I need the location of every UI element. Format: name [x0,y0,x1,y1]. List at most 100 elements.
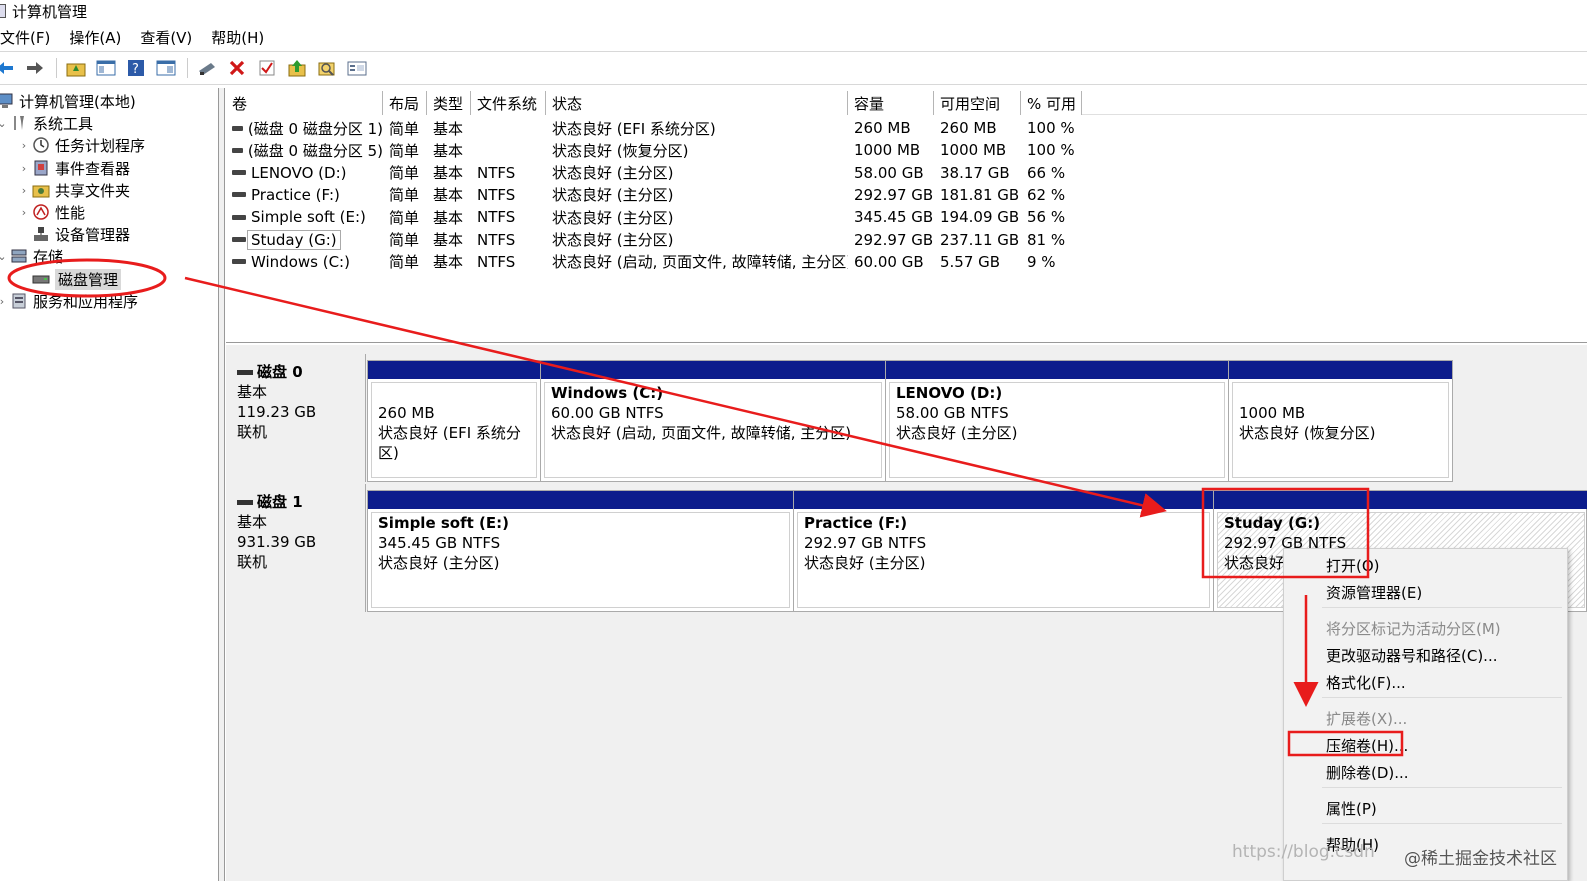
menu-action[interactable]: 操作(A) [69,27,131,48]
tree-item-services-apps[interactable]: › 服务和应用程序 [0,290,138,312]
cell-layout: 简单 [389,164,420,183]
table-row[interactable]: (磁盘 0 磁盘分区 5) 简单 基本 状态良好 (恢复分区) 1000 MB 1000 … [226,139,1082,161]
cell-free-space: 181.81 GB [940,185,1020,204]
disk-1-kind: 基本 [237,513,268,531]
table-row[interactable]: Studay (G:) 简单 基本 NTFS 状态良好 (主分区) 292.97 GB 23… [226,229,1082,251]
expand-chevron-icon[interactable]: › [0,295,8,308]
event-log-icon [32,159,50,177]
properties-pane-icon[interactable] [155,57,177,79]
table-row[interactable]: LENOVO (D:) 简单 基本 NTFS 状态良好 (主分区) 58.00 GB 38.… [226,162,1082,184]
cell-layout: 简单 [389,119,420,138]
cell-layout: 简单 [389,208,420,227]
tree-item-event-viewer[interactable]: › 事件查看器 [18,157,130,179]
watermark-url: https://blog.csdn [1232,842,1375,862]
cell-status: 状态良好 (主分区) [552,164,674,183]
volume-icon [232,147,243,153]
disk-0-label[interactable]: 磁盘 0 基本 119.23 GB 联机 [226,354,366,482]
partition-lenovo-d[interactable]: LENOVO (D:) 58.00 GB NTFS 状态良好 (主分区) [886,361,1229,481]
tree-label: 系统工具 [33,114,94,133]
menu-item-explorer[interactable]: 资源管理器(E) [1284,579,1569,605]
column-header-percent-free[interactable]: % 可用 [1021,91,1082,115]
collapse-chevron-icon[interactable]: ⌄ [0,117,8,130]
menu-item-shrink-volume[interactable]: 压缩卷(H)... [1284,732,1569,758]
tree-item-task-scheduler[interactable]: › 任务计划程序 [18,134,145,156]
column-header-free-space[interactable]: 可用空间 [934,91,1021,115]
column-header-layout[interactable]: 布局 [383,91,427,115]
expand-chevron-icon[interactable]: › [18,162,30,175]
import-icon[interactable] [286,57,308,79]
partition-status: 状态良好 (主分区) [378,554,500,572]
column-header-volume[interactable]: 卷 [226,91,383,115]
properties-icon[interactable] [346,57,368,79]
partition-band [368,491,793,509]
partition-band [1214,491,1587,509]
menu-file[interactable]: 文件(F) [0,27,60,48]
pane-splitter[interactable] [219,88,225,881]
partition-recovery[interactable]: 1000 MB 状态良好 (恢复分区) [1229,361,1452,481]
disk-icon [237,499,253,505]
table-row[interactable]: (磁盘 0 磁盘分区 1) 简单 基本 状态良好 (EFI 系统分区) 260 MB 26… [226,117,1082,139]
menu-item-delete-volume[interactable]: 删除卷(D)... [1284,759,1569,785]
menu-item-mark-active: 将分区标记为活动分区(M) [1326,619,1501,638]
menu-item-format[interactable]: 格式化(F)... [1284,669,1569,695]
tree-item-disk-management[interactable]: 磁盘管理 [32,268,122,290]
disk-1-label[interactable]: 磁盘 1 基本 931.39 GB 联机 [226,484,366,612]
partition-windows-c[interactable]: Windows (C:) 60.00 GB NTFS 状态良好 (启动, 页面文… [541,361,886,481]
column-header-status[interactable]: 状态 [546,91,848,115]
cell-filesystem: NTFS [477,252,516,271]
tree-item-device-manager[interactable]: 设备管理器 [32,223,130,245]
connect-drive-icon[interactable] [196,57,218,79]
tools-icon [10,114,28,132]
table-row[interactable]: Practice (F:) 简单 基本 NTFS 状态良好 (主分区) 292.97 GB… [226,184,1082,206]
back-arrow-icon[interactable] [0,57,16,79]
up-folder-icon[interactable] [65,57,87,79]
cell-type: 基本 [433,208,464,227]
check-icon[interactable] [256,57,278,79]
cell-percent-free: 62 % [1027,185,1066,204]
partition-efi[interactable]: 260 MB 状态良好 (EFI 系统分区) [368,361,541,481]
tree-item-system-tools[interactable]: ⌄ 系统工具 [0,112,93,134]
menu-item-change-drive-letter[interactable]: 更改驱动器号和路径(C)... [1284,642,1569,668]
table-row[interactable]: Windows (C:) 简单 基本 NTFS 状态良好 (启动, 页面文件, 故障转储… [226,251,1082,273]
cell-type: 基本 [433,231,464,249]
expand-chevron-icon[interactable]: › [18,206,30,219]
forward-arrow-icon[interactable] [24,57,46,79]
show-hide-tree-icon[interactable] [95,57,117,79]
partition-practice-f[interactable]: Practice (F:) 292.97 GB NTFS 状态良好 (主分区) [794,491,1214,611]
disk-1-state: 联机 [237,553,268,571]
help-icon[interactable]: ? [125,57,147,79]
tree-item-root[interactable]: 计算机管理(本地) [0,90,136,112]
svg-text:?: ? [132,62,139,77]
partition-body: 260 MB 状态良好 (EFI 系统分区) [371,382,537,478]
computer-management-window: 计算机管理 文件(F) 操作(A) 查看(V) 帮助(H) ? 计算机管理(本地… [0,0,1587,881]
search-icon[interactable] [316,57,338,79]
menu-separator [1322,607,1562,608]
cell-volume-name: (磁盘 0 磁盘分区 5) [226,139,383,161]
menu-item-open[interactable]: 打开(O) [1284,552,1569,578]
collapse-chevron-icon[interactable]: ⌄ [0,250,8,263]
device-manager-icon [32,225,50,243]
disk-1-size: 931.39 GB [237,533,317,551]
menu-item-properties[interactable]: 属性(P) [1284,795,1569,821]
volume-label: Practice (F:) [251,185,340,204]
tree-label: 共享文件夹 [55,181,131,200]
table-row[interactable]: Simple soft (E:) 简单 基本 NTFS 状态良好 (主分区) 345.45… [226,206,1082,228]
performance-icon [32,203,50,221]
tree-item-performance[interactable]: › 性能 [18,201,85,223]
tree-item-storage[interactable]: ⌄ 存储 [0,245,63,267]
partition-name: Studay (G:) [1224,514,1321,532]
tree-item-shared-folders[interactable]: › 共享文件夹 [18,179,130,201]
storage-icon [10,247,28,265]
partition-name: Practice (F:) [804,514,908,532]
cell-status: 状态良好 (恢复分区) [552,141,689,160]
expand-chevron-icon[interactable]: › [18,184,30,197]
menu-separator [1322,823,1562,824]
partition-simple-soft-e[interactable]: Simple soft (E:) 345.45 GB NTFS 状态良好 (主分… [368,491,794,611]
menu-help[interactable]: 帮助(H) [211,27,274,48]
column-header-type[interactable]: 类型 [427,91,471,115]
column-header-capacity[interactable]: 容量 [848,91,934,115]
delete-icon[interactable] [226,57,248,79]
expand-chevron-icon[interactable]: › [18,139,30,152]
menu-view[interactable]: 查看(V) [140,27,202,48]
column-header-filesystem[interactable]: 文件系统 [471,91,546,115]
